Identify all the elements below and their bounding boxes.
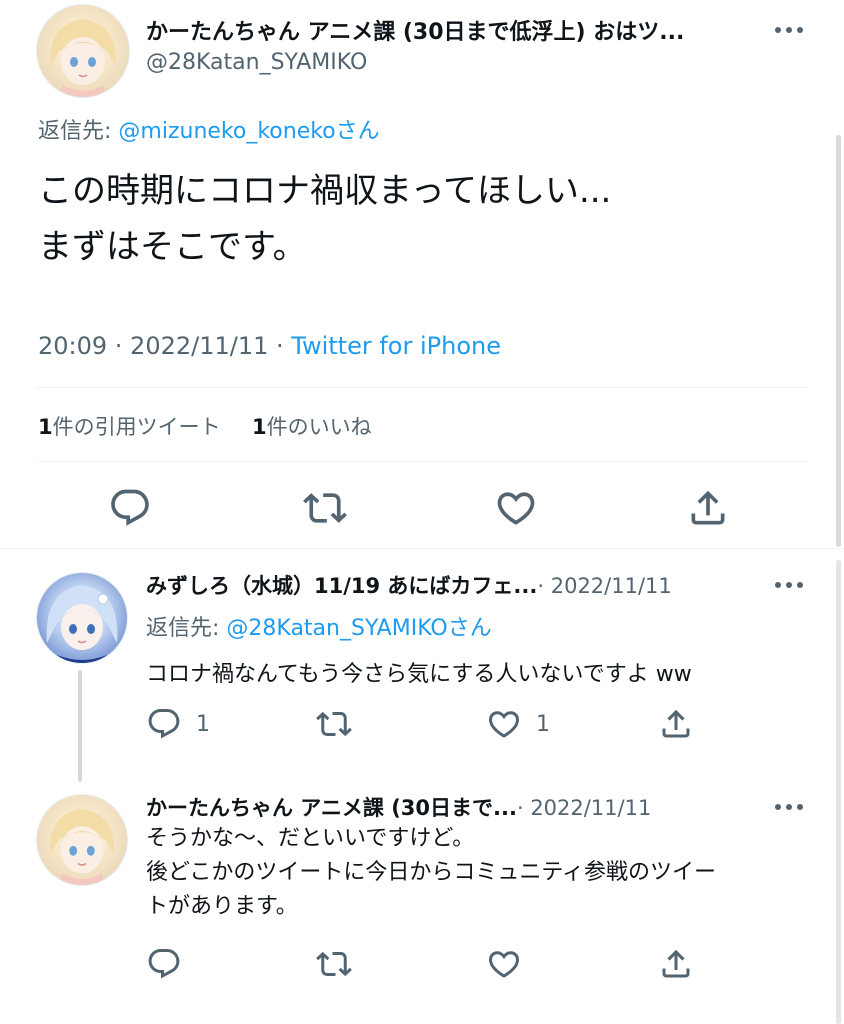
more-icon[interactable] xyxy=(775,804,803,810)
reply-date[interactable]: · 2022/11/11 xyxy=(517,796,651,820)
tweet-text: この時期にコロナ禍収まってほしい... まずはそこです。 xyxy=(38,163,611,275)
anime-girl-avatar-image xyxy=(37,5,129,97)
reply-text: コロナ禍なんてもう今さら気にする人いないですよ ww xyxy=(146,662,692,687)
reply-author-name[interactable]: かーたんちゃん アニメ課 (30日まで... xyxy=(146,796,517,820)
like-icon xyxy=(486,946,522,982)
retweet-button[interactable] xyxy=(303,486,347,530)
like-count: 1 xyxy=(252,415,267,439)
anime-girl-avatar-image xyxy=(37,795,127,885)
like-icon xyxy=(494,486,538,530)
like-count-link[interactable]: 1件のいいね xyxy=(252,415,372,439)
reply-header: みずしろ（水城）11/19 あにばカフェ...· 2022/11/11 xyxy=(146,570,746,600)
reply-avatar[interactable] xyxy=(36,572,128,664)
tweet-timestamp: 20:09 · 2022/11/11 · Twitter for iPhone xyxy=(38,332,501,360)
reply-text-line: そうかな〜、だといいですけど。 xyxy=(146,826,475,851)
share-icon xyxy=(658,946,694,982)
reply-header: かーたんちゃん アニメ課 (30日まで...· 2022/11/11 xyxy=(146,792,746,822)
retweet-icon xyxy=(303,486,347,530)
tweet-text-line: まずはそこです。 xyxy=(38,227,307,267)
quote-label: 件の引用ツイート xyxy=(52,415,221,439)
author-avatar[interactable] xyxy=(36,4,130,98)
like-button[interactable] xyxy=(486,946,522,982)
author-display-name[interactable]: かーたんちゃん アニメ課 (30日まで低浮上) おはツ... xyxy=(146,14,756,46)
quote-count-link[interactable]: 1件の引用ツイート xyxy=(38,415,221,439)
like-button[interactable] xyxy=(494,486,538,530)
reply-button[interactable] xyxy=(108,486,152,530)
share-button[interactable] xyxy=(658,706,694,742)
share-button[interactable] xyxy=(658,946,694,982)
divider xyxy=(36,387,808,388)
tweet-time[interactable]: 20:09 · 2022/11/11 · xyxy=(38,332,291,360)
reply-icon xyxy=(108,486,152,530)
retweet-button[interactable] xyxy=(316,706,352,742)
tweet-stats: 1件の引用ツイート 1件のいいね xyxy=(38,411,372,441)
anime-girl-avatar-image xyxy=(37,573,127,663)
tweet-text-line: この時期にコロナ禍収まってほしい... xyxy=(38,171,612,211)
retweet-icon xyxy=(316,706,352,742)
thread-line xyxy=(78,670,82,782)
reply-context: 返信先: @28Katan_SYAMIKOさん xyxy=(146,610,492,642)
reply-author-name[interactable]: みずしろ（水城）11/19 あにばカフェ... xyxy=(146,574,537,598)
tweet-source-link[interactable]: Twitter for iPhone xyxy=(291,332,501,360)
like-button[interactable]: 1 xyxy=(486,706,550,742)
reply-prefix: 返信先: xyxy=(146,616,227,641)
section-divider xyxy=(0,548,844,549)
reply-text-line: トがあります。 xyxy=(146,894,298,919)
reply-suffix: さん xyxy=(335,119,380,144)
reply-suffix: さん xyxy=(447,616,492,641)
scrollbar[interactable] xyxy=(836,135,841,547)
share-button[interactable] xyxy=(686,486,730,530)
reply-to-link[interactable]: @28Katan_SYAMIKO xyxy=(226,616,447,641)
reply-date[interactable]: · 2022/11/11 xyxy=(537,574,671,598)
like-label: 件のいいね xyxy=(266,415,372,439)
reply-button[interactable] xyxy=(146,946,182,982)
author-handle[interactable]: @28Katan_SYAMIKO xyxy=(146,50,367,75)
reply-icon xyxy=(146,946,182,982)
like-count: 1 xyxy=(536,711,550,737)
reply-text: そうかな〜、だといいですけど。 後どこかのツイートに今日からコミュニティ参戦のツ… xyxy=(146,822,716,924)
reply-avatar[interactable] xyxy=(36,794,128,886)
reply-context: 返信先: @mizuneko_konekoさん xyxy=(38,113,380,145)
reply-count: 1 xyxy=(196,711,210,737)
like-icon xyxy=(486,706,522,742)
retweet-icon xyxy=(316,946,352,982)
more-icon[interactable] xyxy=(775,582,803,588)
share-icon xyxy=(686,486,730,530)
retweet-button[interactable] xyxy=(316,946,352,982)
more-icon[interactable] xyxy=(775,27,803,33)
reply-prefix: 返信先: xyxy=(38,119,119,144)
share-icon xyxy=(658,706,694,742)
reply-to-link[interactable]: @mizuneko_koneko xyxy=(118,119,335,144)
scrollbar[interactable] xyxy=(836,560,841,1024)
divider xyxy=(36,461,808,462)
reply-text-line: 後どこかのツイートに今日からコミュニティ参戦のツイー xyxy=(146,860,717,885)
reply-icon xyxy=(146,706,182,742)
reply-button[interactable]: 1 xyxy=(146,706,210,742)
quote-count: 1 xyxy=(38,415,53,439)
